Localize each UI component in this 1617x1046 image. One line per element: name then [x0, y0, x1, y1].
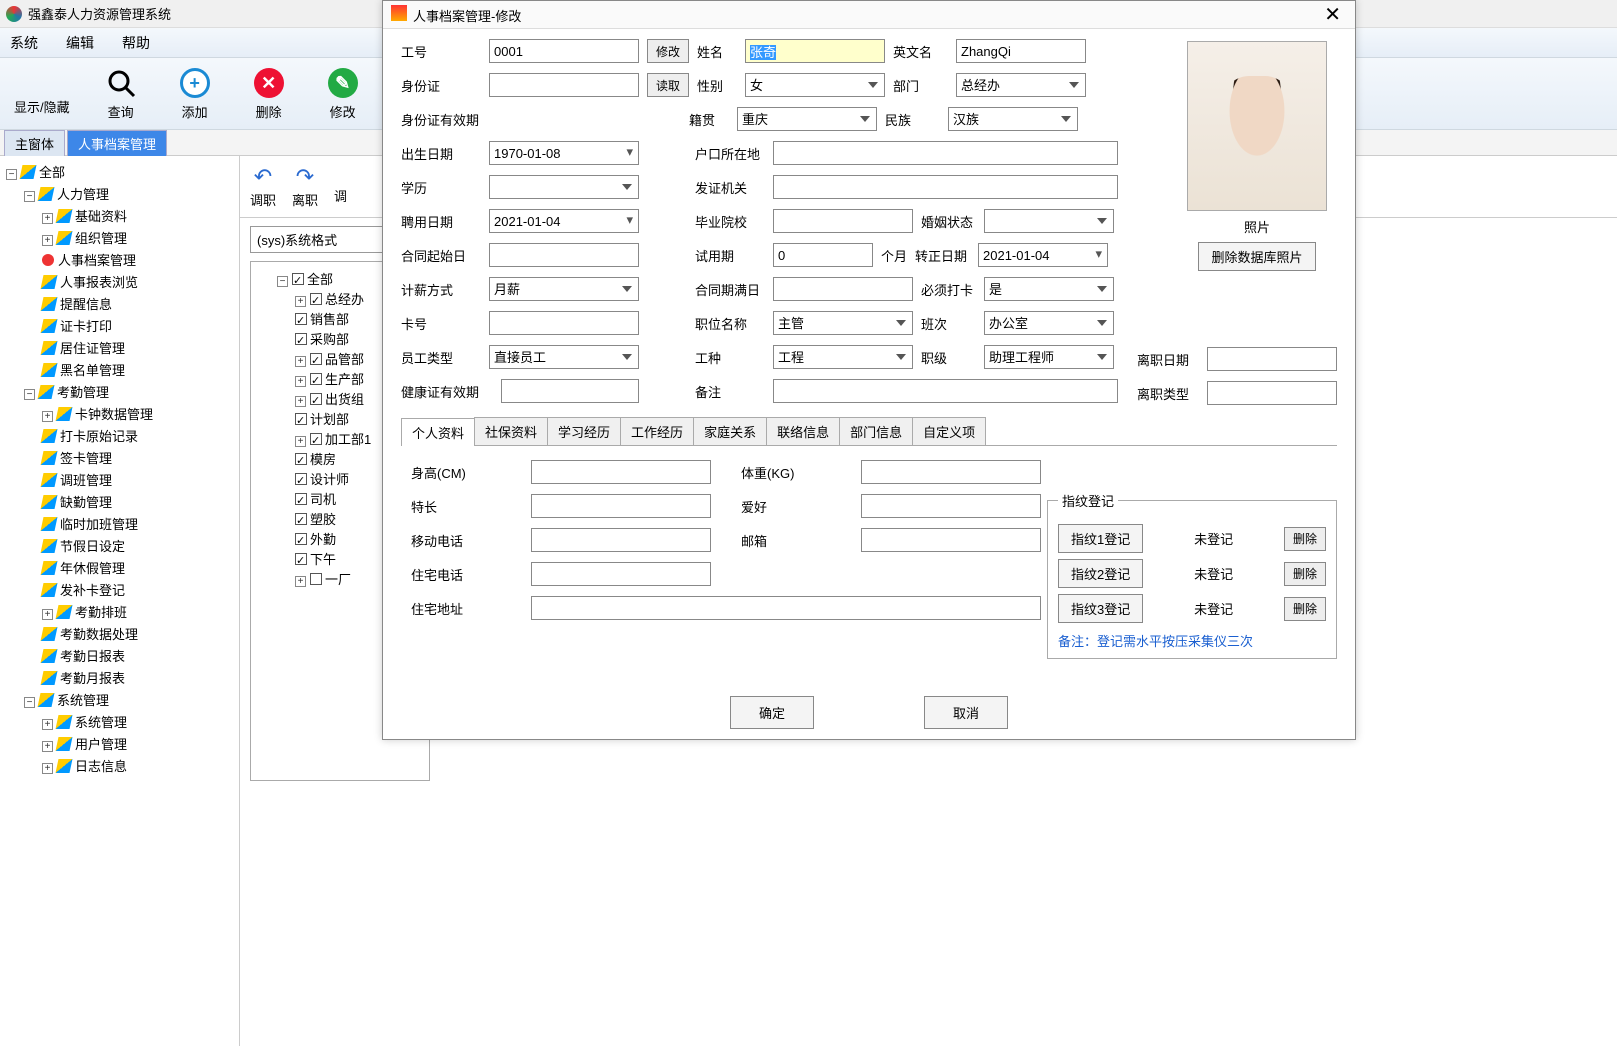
dialog-tabs: 个人资料 社保资料 学习经历 工作经历 家庭关系 联络信息 部门信息 自定义项 [401, 417, 1337, 446]
fingerprint-panel: 指纹登记 指纹1登记未登记删除 指纹2登记未登记删除 指纹3登记未登记删除 备注… [1047, 491, 1337, 659]
specialty-input[interactable] [531, 494, 711, 518]
issuer-input[interactable] [773, 175, 1118, 199]
shift-select[interactable]: 办公室 [984, 311, 1114, 335]
tab-study[interactable]: 学习经历 [547, 417, 621, 445]
toolbar-add[interactable]: + 添加 [166, 66, 224, 121]
finger2-del[interactable]: 删除 [1284, 562, 1326, 586]
tab-social[interactable]: 社保资料 [474, 417, 548, 445]
tab-work[interactable]: 工作经历 [620, 417, 694, 445]
toolbar-search[interactable]: 查询 [92, 66, 150, 121]
must-punch-select[interactable]: 是 [984, 277, 1114, 301]
tab-personal[interactable]: 个人资料 [401, 418, 475, 446]
tab-dept-info[interactable]: 部门信息 [839, 417, 913, 445]
menu-help[interactable]: 帮助 [122, 33, 150, 53]
nav-tree[interactable]: −全部 −人力管理 +基础资料 +组织管理 人事档案管理 人事报表浏览 提醒信息… [0, 156, 240, 1046]
dot-icon [42, 254, 54, 266]
menu-system[interactable]: 系统 [10, 33, 38, 53]
edu-select[interactable] [489, 175, 639, 199]
tab-hr-file[interactable]: 人事档案管理 [67, 130, 167, 156]
email-input[interactable] [861, 528, 1041, 552]
leave-date-input[interactable] [1207, 347, 1337, 371]
regular-date-input[interactable] [978, 243, 1108, 267]
finger1-del[interactable]: 删除 [1284, 527, 1326, 551]
cancel-button[interactable]: 取消 [924, 696, 1008, 729]
dialog-title: 人事档案管理-修改 [413, 9, 521, 24]
probation-input[interactable] [773, 243, 873, 267]
dialog-title-bar: 人事档案管理-修改 ✕ [383, 1, 1355, 29]
close-button[interactable]: ✕ [1318, 2, 1347, 27]
emp-type-select[interactable]: 直接员工 [489, 345, 639, 369]
ename-input[interactable] [956, 39, 1086, 63]
edit-dialog: 人事档案管理-修改 ✕ 工号 修改 姓名 张奇 英文名 身份证 读取 性别 女 … [382, 0, 1356, 740]
finger2-button[interactable]: 指纹2登记 [1058, 559, 1143, 588]
hobby-input[interactable] [861, 494, 1041, 518]
grad-input[interactable] [773, 209, 913, 233]
cardno-input[interactable] [489, 311, 639, 335]
health-valid-input[interactable] [501, 379, 639, 403]
search-icon [106, 68, 136, 98]
idcard-input[interactable] [489, 73, 639, 97]
photo-label: 照片 [1177, 217, 1337, 236]
photo-panel: 照片 删除数据库照片 [1177, 41, 1337, 271]
ethnic-select[interactable]: 汉族 [948, 107, 1078, 131]
leave-type-input[interactable] [1207, 381, 1337, 405]
delete-photo-button[interactable]: 删除数据库照片 [1198, 242, 1315, 271]
sub-adjust[interactable]: 调 [334, 164, 347, 209]
show-hide-label[interactable]: 显示/隐藏 [14, 97, 76, 116]
redo-icon: ↷ [296, 164, 314, 190]
dialog-icon [391, 5, 407, 21]
ok-button[interactable]: 确定 [730, 696, 814, 729]
home-addr-input[interactable] [531, 596, 1041, 620]
dialog-footer: 确定 取消 [383, 696, 1355, 729]
weight-input[interactable] [861, 460, 1041, 484]
hukou-input[interactable] [773, 141, 1118, 165]
height-input[interactable] [531, 460, 711, 484]
delete-icon: ✕ [254, 68, 284, 98]
work-type-select[interactable]: 工程 [773, 345, 913, 369]
flag-icon [20, 165, 37, 179]
toolbar-modify[interactable]: ✎ 修改 [314, 66, 372, 121]
native-select[interactable]: 重庆 [737, 107, 877, 131]
remark-input[interactable] [773, 379, 1118, 403]
mobile-input[interactable] [531, 528, 711, 552]
plus-icon: + [180, 68, 210, 98]
tab-family[interactable]: 家庭关系 [693, 417, 767, 445]
contract-end-input[interactable] [773, 277, 913, 301]
dept-select[interactable]: 总经办 [956, 73, 1086, 97]
toolbar-delete[interactable]: ✕ 删除 [240, 66, 298, 121]
expand-icon[interactable]: − [6, 169, 17, 180]
finger1-button[interactable]: 指纹1登记 [1058, 524, 1143, 553]
app-title: 强鑫泰人力资源管理系统 [28, 4, 171, 23]
finger3-button[interactable]: 指纹3登记 [1058, 594, 1143, 623]
gender-select[interactable]: 女 [745, 73, 885, 97]
contract-start-input[interactable] [489, 243, 639, 267]
finger3-del[interactable]: 删除 [1284, 597, 1326, 621]
rank-select[interactable]: 助理工程师 [984, 345, 1114, 369]
employee-photo [1187, 41, 1327, 211]
birth-input[interactable] [489, 141, 639, 165]
edit-icon: ✎ [328, 68, 358, 98]
home-tel-input[interactable] [531, 562, 711, 586]
modify-empno-button[interactable]: 修改 [647, 39, 689, 63]
name-input[interactable]: 张奇 [750, 45, 776, 60]
menu-edit[interactable]: 编辑 [66, 33, 94, 53]
fingerprint-note: 备注：登记需水平按压采集仪三次 [1058, 631, 1326, 650]
empno-input[interactable] [489, 39, 639, 63]
undo-icon: ↶ [254, 164, 272, 190]
salary-type-select[interactable]: 月薪 [489, 277, 639, 301]
marital-select[interactable] [984, 209, 1114, 233]
app-logo-icon [6, 6, 22, 22]
read-idcard-button[interactable]: 读取 [647, 73, 689, 97]
tab-custom[interactable]: 自定义项 [912, 417, 986, 445]
position-select[interactable]: 主管 [773, 311, 913, 335]
tab-main-window[interactable]: 主窗体 [4, 130, 65, 156]
sub-transfer[interactable]: ↶调职 [250, 164, 276, 209]
tab-contact[interactable]: 联络信息 [766, 417, 840, 445]
hire-input[interactable] [489, 209, 639, 233]
leave-panel: 离职日期 离职类型 [1137, 347, 1337, 405]
sub-leave[interactable]: ↷离职 [292, 164, 318, 209]
